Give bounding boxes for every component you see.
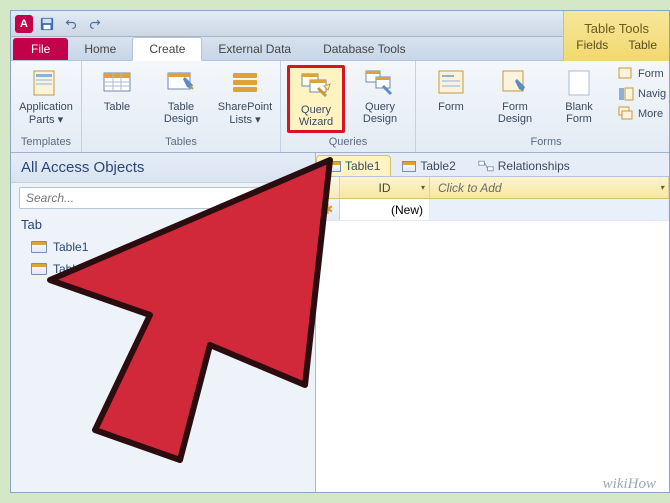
database-tools-tab[interactable]: Database Tools [307, 38, 422, 60]
contextual-title: Table Tools [584, 21, 649, 36]
blank-form-label: Blank Form [552, 101, 606, 125]
undo-icon [65, 18, 77, 30]
table-icon [402, 161, 416, 172]
relationships-icon [478, 160, 494, 172]
file-tab[interactable]: File [13, 38, 68, 60]
form-design-icon [499, 67, 531, 99]
new-row-indicator: ✱ [316, 199, 340, 220]
create-tab[interactable]: Create [132, 37, 202, 61]
form-design-button[interactable]: Form Design [486, 65, 544, 127]
query-wizard-button[interactable]: Query Wizard [287, 65, 345, 133]
dropdown-icon[interactable]: ▾ [660, 183, 664, 192]
nav-group-tables[interactable]: Tab [11, 213, 315, 236]
undo-button[interactable] [61, 14, 81, 34]
blank-form-button[interactable]: Blank Form [550, 65, 608, 127]
document-area: Table1 Table2 Relationships ID▾ Click to… [316, 153, 669, 492]
doc-tab-table2[interactable]: Table2 [391, 155, 466, 176]
ribbon-tabs: File Home Create External Data Database … [11, 37, 669, 61]
blank-form-icon [563, 67, 595, 99]
doc-tab-relationships[interactable]: Relationships [467, 155, 581, 176]
save-button[interactable] [37, 14, 57, 34]
nav-item-table1[interactable]: Table1 [11, 236, 315, 258]
save-icon [40, 17, 54, 31]
navigation-button[interactable]: Navig [614, 85, 670, 103]
form-icon [435, 67, 467, 99]
form-wizard-icon [618, 66, 634, 82]
query-wizard-icon [300, 70, 332, 102]
cell-new[interactable] [430, 199, 669, 220]
application-parts-button[interactable]: Application Parts ▾ [17, 65, 75, 128]
table-icon [31, 241, 47, 253]
form-design-label: Form Design [488, 101, 542, 125]
nav-pane-header[interactable]: All Access Objects [11, 153, 315, 183]
doc-tab-table1[interactable]: Table1 [316, 155, 391, 176]
app-icon: A [15, 15, 33, 33]
table-tab[interactable]: Table [628, 38, 657, 52]
table-button-label: Table [104, 101, 130, 113]
watermark: wikiHow [603, 476, 656, 493]
external-data-tab[interactable]: External Data [202, 38, 307, 60]
forms-group-label: Forms [422, 134, 670, 150]
table-design-button[interactable]: Table Design [152, 65, 210, 127]
redo-icon [89, 18, 101, 30]
tables-group-label: Tables [88, 134, 274, 150]
form-button[interactable]: Form [422, 65, 480, 115]
query-design-icon [364, 67, 396, 99]
datasheet-header: ID▾ Click to Add▾ [316, 177, 669, 199]
tables-group: Table Table Design SharePoint Lists ▾ Ta… [82, 61, 281, 152]
select-all-cell[interactable] [316, 177, 340, 198]
queries-group-label: Queries [287, 134, 409, 150]
query-wizard-label: Query Wizard [292, 104, 340, 128]
fields-tab[interactable]: Fields [576, 38, 608, 52]
table-design-label: Table Design [154, 101, 208, 125]
more-forms-button[interactable]: More [614, 105, 670, 123]
contextual-tab-group: Table Tools Fields Table [563, 11, 669, 61]
table-icon [101, 67, 133, 99]
cell-id[interactable]: (New) [340, 199, 430, 220]
forms-group: Form Form Design Blank Form Form Navig M… [416, 61, 670, 152]
sharepoint-label: SharePoint Lists ▾ [218, 101, 272, 126]
search-input[interactable] [19, 187, 307, 209]
column-header-id[interactable]: ID▾ [340, 177, 430, 198]
navigation-pane: All Access Objects Tab Table1 Tabl [11, 153, 316, 492]
table-icon [31, 263, 47, 275]
table-design-icon [165, 67, 197, 99]
query-design-button[interactable]: Query Design [351, 65, 409, 127]
nav-item-table2[interactable]: Tabl [11, 258, 315, 280]
templates-group-label: Templates [17, 134, 75, 150]
redo-button[interactable] [85, 14, 105, 34]
document-tabs: Table1 Table2 Relationships [316, 153, 669, 177]
sharepoint-icon [229, 67, 261, 99]
navigation-icon [618, 86, 634, 102]
column-header-add[interactable]: Click to Add▾ [430, 177, 669, 198]
form-button-label: Form [438, 101, 464, 113]
more-forms-icon [618, 106, 634, 122]
table-icon [327, 161, 341, 172]
application-parts-icon [30, 67, 62, 99]
table-button[interactable]: Table [88, 65, 146, 115]
queries-group: Query Wizard Query Design Queries [281, 61, 416, 152]
home-tab[interactable]: Home [68, 38, 132, 60]
form-wizard-button[interactable]: Form [614, 65, 670, 83]
table-row[interactable]: ✱ (New) [316, 199, 669, 221]
templates-group: Application Parts ▾ Templates [11, 61, 82, 152]
query-design-label: Query Design [353, 101, 407, 125]
ribbon: Application Parts ▾ Templates Table Tabl… [11, 61, 669, 153]
dropdown-icon[interactable]: ▾ [421, 183, 425, 192]
sharepoint-lists-button[interactable]: SharePoint Lists ▾ [216, 65, 274, 128]
application-parts-label: Application Parts ▾ [19, 101, 73, 126]
